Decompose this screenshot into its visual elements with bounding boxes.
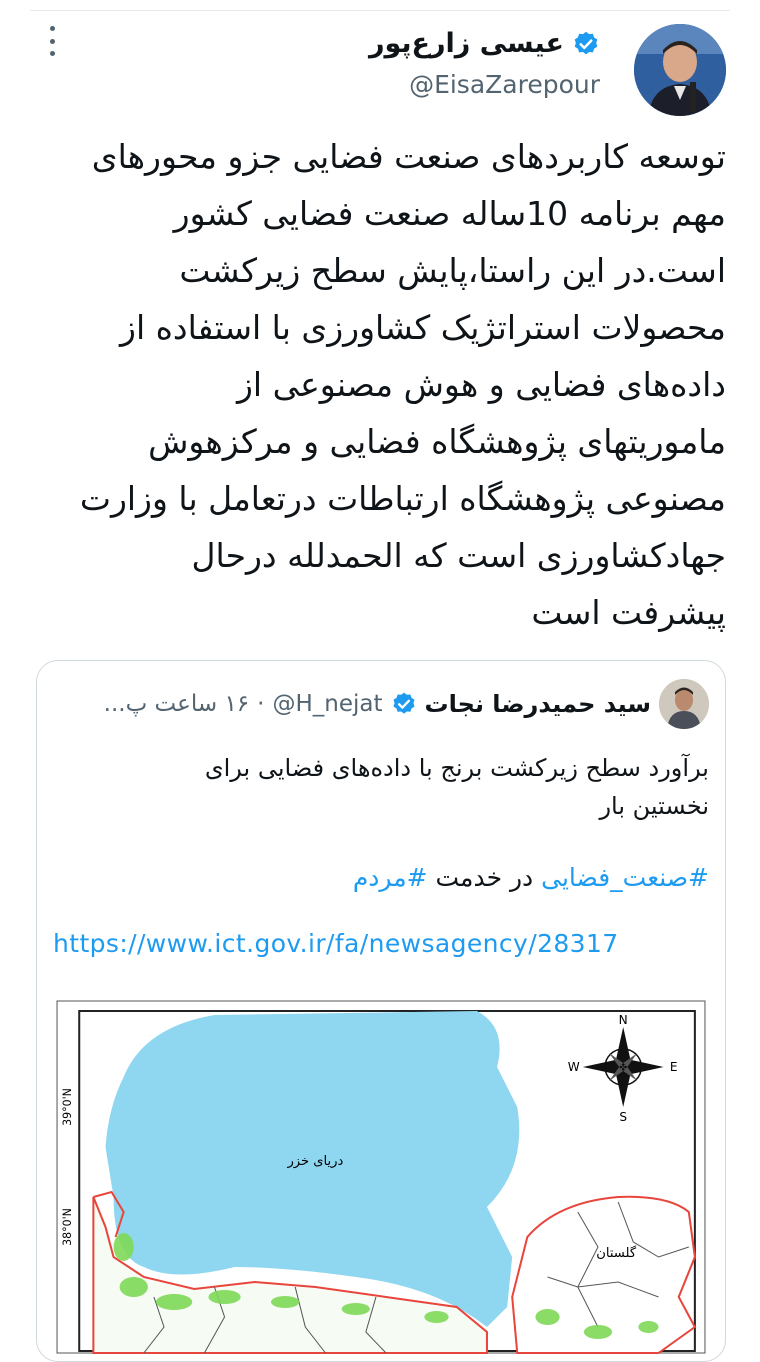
- compass-east-label: E: [670, 1060, 678, 1074]
- province-label: گلستان: [596, 1245, 637, 1261]
- hashtag-line: #صنعت_فضایی در خدمت #مردم: [57, 863, 709, 892]
- compass-west-label: W: [568, 1060, 580, 1074]
- sea-label: دریای خزر: [286, 1154, 343, 1169]
- latitude-label-38: 38°0'N: [61, 1208, 74, 1246]
- quoted-tweet-header: سید حمیدرضا نجات @H_nejat · ۱۶ ساعت پ...: [57, 679, 709, 729]
- author-line: عیسی زارع‌پور: [369, 28, 600, 59]
- attached-map-image[interactable]: 39°0'N 38°0'N N S E W دریای خزر گلستان: [53, 997, 709, 1357]
- quoted-verified-badge-icon: [393, 692, 415, 714]
- tweet-text: توسعه کاربردهای صنعت فضایی جزو محورهای م…: [79, 137, 726, 632]
- author-name[interactable]: عیسی زارع‌پور: [369, 28, 564, 59]
- avatar[interactable]: [634, 24, 726, 116]
- hashtag-space-industry[interactable]: #صنعت_فضایی: [541, 863, 709, 892]
- separator-dot: ·: [257, 691, 265, 717]
- latitude-label-39: 39°0'N: [61, 1088, 74, 1126]
- verified-badge-icon: [574, 31, 598, 54]
- more-options-icon[interactable]: [40, 26, 64, 56]
- rice-area-map: 39°0'N 38°0'N N S E W دریای خزر گلستان: [56, 1000, 706, 1354]
- compass-north-label: N: [619, 1013, 628, 1027]
- quoted-author-handle[interactable]: @H_nejat: [272, 691, 382, 717]
- hashtag-people[interactable]: #مردم: [353, 863, 428, 892]
- quoted-avatar[interactable]: [659, 679, 709, 729]
- quoted-tweet-text: برآورد سطح زیرکشت برنج با داده‌های فضایی…: [204, 754, 709, 820]
- news-link[interactable]: https://www.ict.gov.ir/fa/newsagency/283…: [53, 929, 709, 958]
- hashtag-connector-text: در خدمت: [427, 863, 542, 892]
- quoted-tweet-card[interactable]: سید حمیدرضا نجات @H_nejat · ۱۶ ساعت پ...…: [36, 660, 726, 1362]
- top-divider: [30, 0, 730, 11]
- author-handle[interactable]: @EisaZarepour: [409, 70, 600, 99]
- quoted-author-name[interactable]: سید حمیدرضا نجات: [425, 690, 651, 718]
- quoted-timestamp[interactable]: ۱۶ ساعت پ...: [104, 691, 250, 717]
- compass-south-label: S: [619, 1110, 627, 1124]
